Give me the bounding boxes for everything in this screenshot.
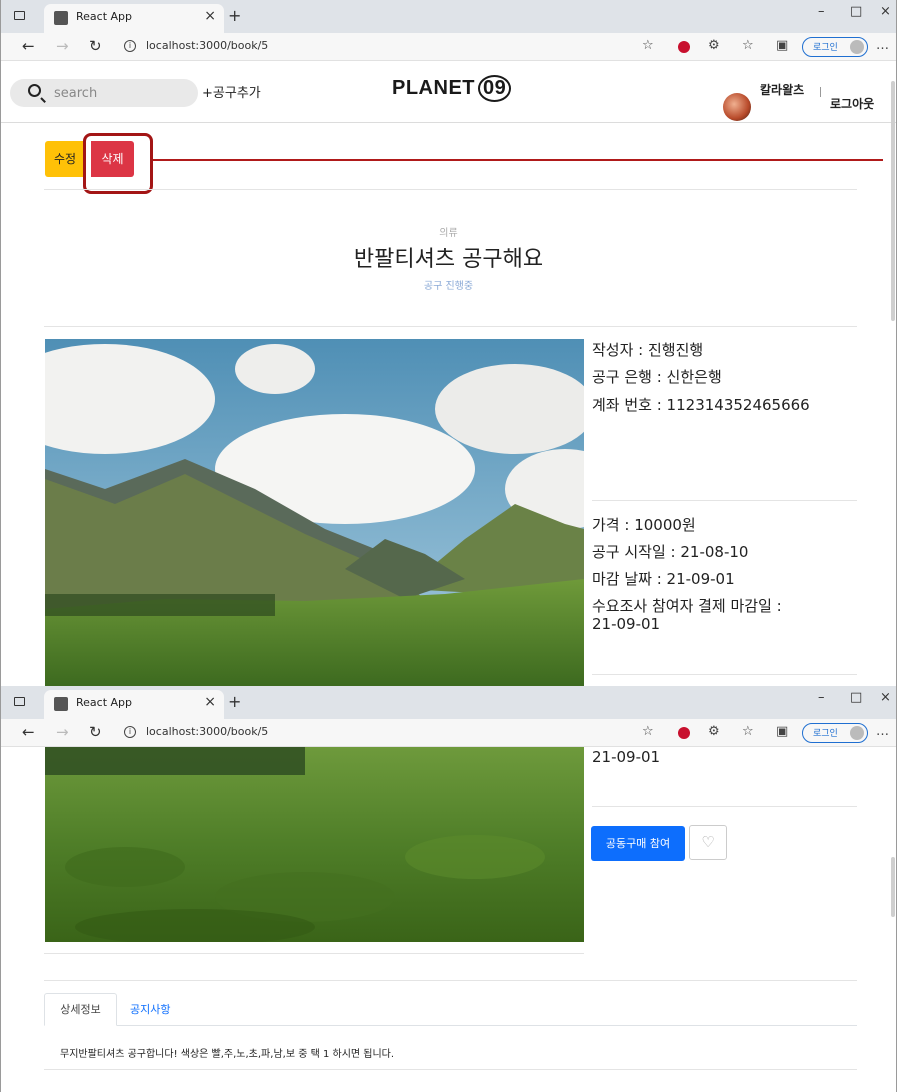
add-group-buy-link[interactable]: +공구추가 xyxy=(202,82,261,101)
reload-icon[interactable]: ↻ xyxy=(89,37,102,55)
browser-tab[interactable]: React App × xyxy=(44,690,224,719)
reload-icon[interactable]: ↻ xyxy=(89,723,102,741)
more-icon[interactable]: … xyxy=(876,724,889,739)
site-header: search +공구추가 PLANET 09 칼라왈츠 로그아웃 xyxy=(0,61,897,123)
tab-title: React App xyxy=(76,10,133,23)
tab-close-icon[interactable]: × xyxy=(204,8,216,24)
survey-deadline-label: 수요조사 참여자 결제 마감일 : xyxy=(592,597,782,615)
extension-icon[interactable] xyxy=(678,727,690,739)
divider xyxy=(44,189,857,190)
tab-notice[interactable]: 공지사항 xyxy=(130,1001,170,1017)
account-info: 계좌 번호 : 112314352465666 xyxy=(592,396,810,414)
title-bar: React App × + – □ × xyxy=(0,686,897,719)
price-info: 가격 : 10000원 xyxy=(592,516,696,534)
extensions-icon[interactable]: ⚙ xyxy=(708,38,720,53)
react-favicon-icon xyxy=(54,697,68,711)
grass-field-image xyxy=(45,747,584,942)
product-image xyxy=(45,339,584,686)
address-bar: ← → ↻ i localhost:3000/book/5 ☆ ⚙ ☆ ▣ 로그… xyxy=(0,719,897,747)
browser-window-bottom: React App × + – □ × ← → ↻ i localhost:30… xyxy=(0,686,897,1092)
react-favicon-icon xyxy=(54,11,68,25)
new-tab-icon[interactable]: + xyxy=(228,6,241,25)
join-group-buy-button[interactable]: 공동구매 참여 xyxy=(591,826,685,861)
search-input[interactable]: search xyxy=(10,79,198,107)
more-icon[interactable]: … xyxy=(876,38,889,53)
edit-button[interactable]: 수정 xyxy=(45,141,85,177)
browser-window-top: React App × + – □ × ← → ↻ i localhost:30… xyxy=(0,0,897,686)
start-date-info: 공구 시작일 : 21-08-10 xyxy=(592,543,749,561)
avatar[interactable] xyxy=(723,93,751,121)
status-badge: 공구 진행중 xyxy=(423,281,474,292)
browser-tab[interactable]: React App × xyxy=(44,4,224,33)
maximize-icon[interactable]: □ xyxy=(850,4,862,19)
author-info: 작성자 : 진행진행 xyxy=(592,341,704,359)
back-icon[interactable]: ← xyxy=(22,723,35,741)
site-info-icon[interactable]: i xyxy=(124,726,136,738)
profile-login-button[interactable]: 로그인 xyxy=(802,37,868,57)
collections-icon[interactable]: ▣ xyxy=(776,724,788,739)
collections-icon[interactable]: ▣ xyxy=(776,38,788,53)
url-field[interactable]: localhost:3000/book/5 xyxy=(146,39,268,52)
forward-icon[interactable]: → xyxy=(56,37,69,55)
favorite-add-icon[interactable]: ☆ xyxy=(642,38,654,53)
profile-avatar-icon xyxy=(850,726,864,740)
close-window-icon[interactable]: × xyxy=(880,690,891,705)
detail-tabs: 상세정보 공지사항 xyxy=(44,993,857,1026)
forward-icon[interactable]: → xyxy=(56,723,69,741)
tab-actions-icon[interactable] xyxy=(14,11,25,20)
logo[interactable]: PLANET 09 xyxy=(392,75,512,102)
divider xyxy=(820,87,821,97)
close-window-icon[interactable]: × xyxy=(880,4,891,19)
scrollbar[interactable] xyxy=(891,857,895,917)
page-content: 21-09-01 공동구매 참여 ♡ 상세정보 공지사항 무지반팔티셔츠 공구합… xyxy=(0,747,897,1092)
address-bar: ← → ↻ i localhost:3000/book/5 ☆ ⚙ ☆ ▣ 로그… xyxy=(0,33,897,61)
username: 칼라왈츠 xyxy=(760,83,805,97)
tab-title: React App xyxy=(76,696,133,709)
url-field[interactable]: localhost:3000/book/5 xyxy=(146,725,268,738)
extensions-icon[interactable]: ⚙ xyxy=(708,724,720,739)
divider xyxy=(592,806,857,807)
survey-deadline-value: 21-09-01 xyxy=(592,748,661,766)
divider xyxy=(44,1069,857,1070)
search-icon xyxy=(28,84,41,97)
description-text: 무지반팔티셔츠 공구합니다! 색상은 빨,주,노,초,파,남,보 중 택 1 하… xyxy=(60,1049,395,1060)
back-icon[interactable]: ← xyxy=(22,37,35,55)
scrollbar[interactable] xyxy=(891,81,895,321)
divider xyxy=(592,326,857,327)
heart-icon[interactable]: ♡ xyxy=(689,825,727,860)
divider xyxy=(44,953,584,954)
title-bar: React App × + – □ × xyxy=(0,0,897,33)
favorites-icon[interactable]: ☆ xyxy=(742,724,754,739)
divider xyxy=(592,674,857,675)
page-title: 반팔티셔츠 공구해요 xyxy=(353,247,544,272)
profile-login-button[interactable]: 로그인 xyxy=(802,723,868,743)
profile-avatar-icon xyxy=(850,40,864,54)
tab-close-icon[interactable]: × xyxy=(204,694,216,710)
bank-info: 공구 은행 : 신한은행 xyxy=(592,368,722,386)
divider xyxy=(44,980,857,981)
mountain-landscape-image xyxy=(45,339,584,686)
product-image xyxy=(45,747,584,942)
deadline-info: 마감 날짜 : 21-09-01 xyxy=(592,570,735,588)
tab-detail[interactable]: 상세정보 xyxy=(44,993,117,1026)
highlight-annotation-box xyxy=(83,133,153,194)
maximize-icon[interactable]: □ xyxy=(850,690,862,705)
category-label: 의류 xyxy=(439,228,458,239)
minimize-icon[interactable]: – xyxy=(818,4,825,19)
logout-link[interactable]: 로그아웃 xyxy=(830,95,874,112)
page-content: search +공구추가 PLANET 09 칼라왈츠 로그아웃 수정 삭제 의류… xyxy=(0,61,897,686)
favorites-icon[interactable]: ☆ xyxy=(742,38,754,53)
highlight-annotation-line xyxy=(153,159,883,161)
favorite-add-icon[interactable]: ☆ xyxy=(642,724,654,739)
survey-deadline-value: 21-09-01 xyxy=(592,615,661,633)
new-tab-icon[interactable]: + xyxy=(228,692,241,711)
divider xyxy=(592,500,857,501)
site-info-icon[interactable]: i xyxy=(124,40,136,52)
tab-actions-icon[interactable] xyxy=(14,697,25,706)
extension-icon[interactable] xyxy=(678,41,690,53)
minimize-icon[interactable]: – xyxy=(818,690,825,705)
